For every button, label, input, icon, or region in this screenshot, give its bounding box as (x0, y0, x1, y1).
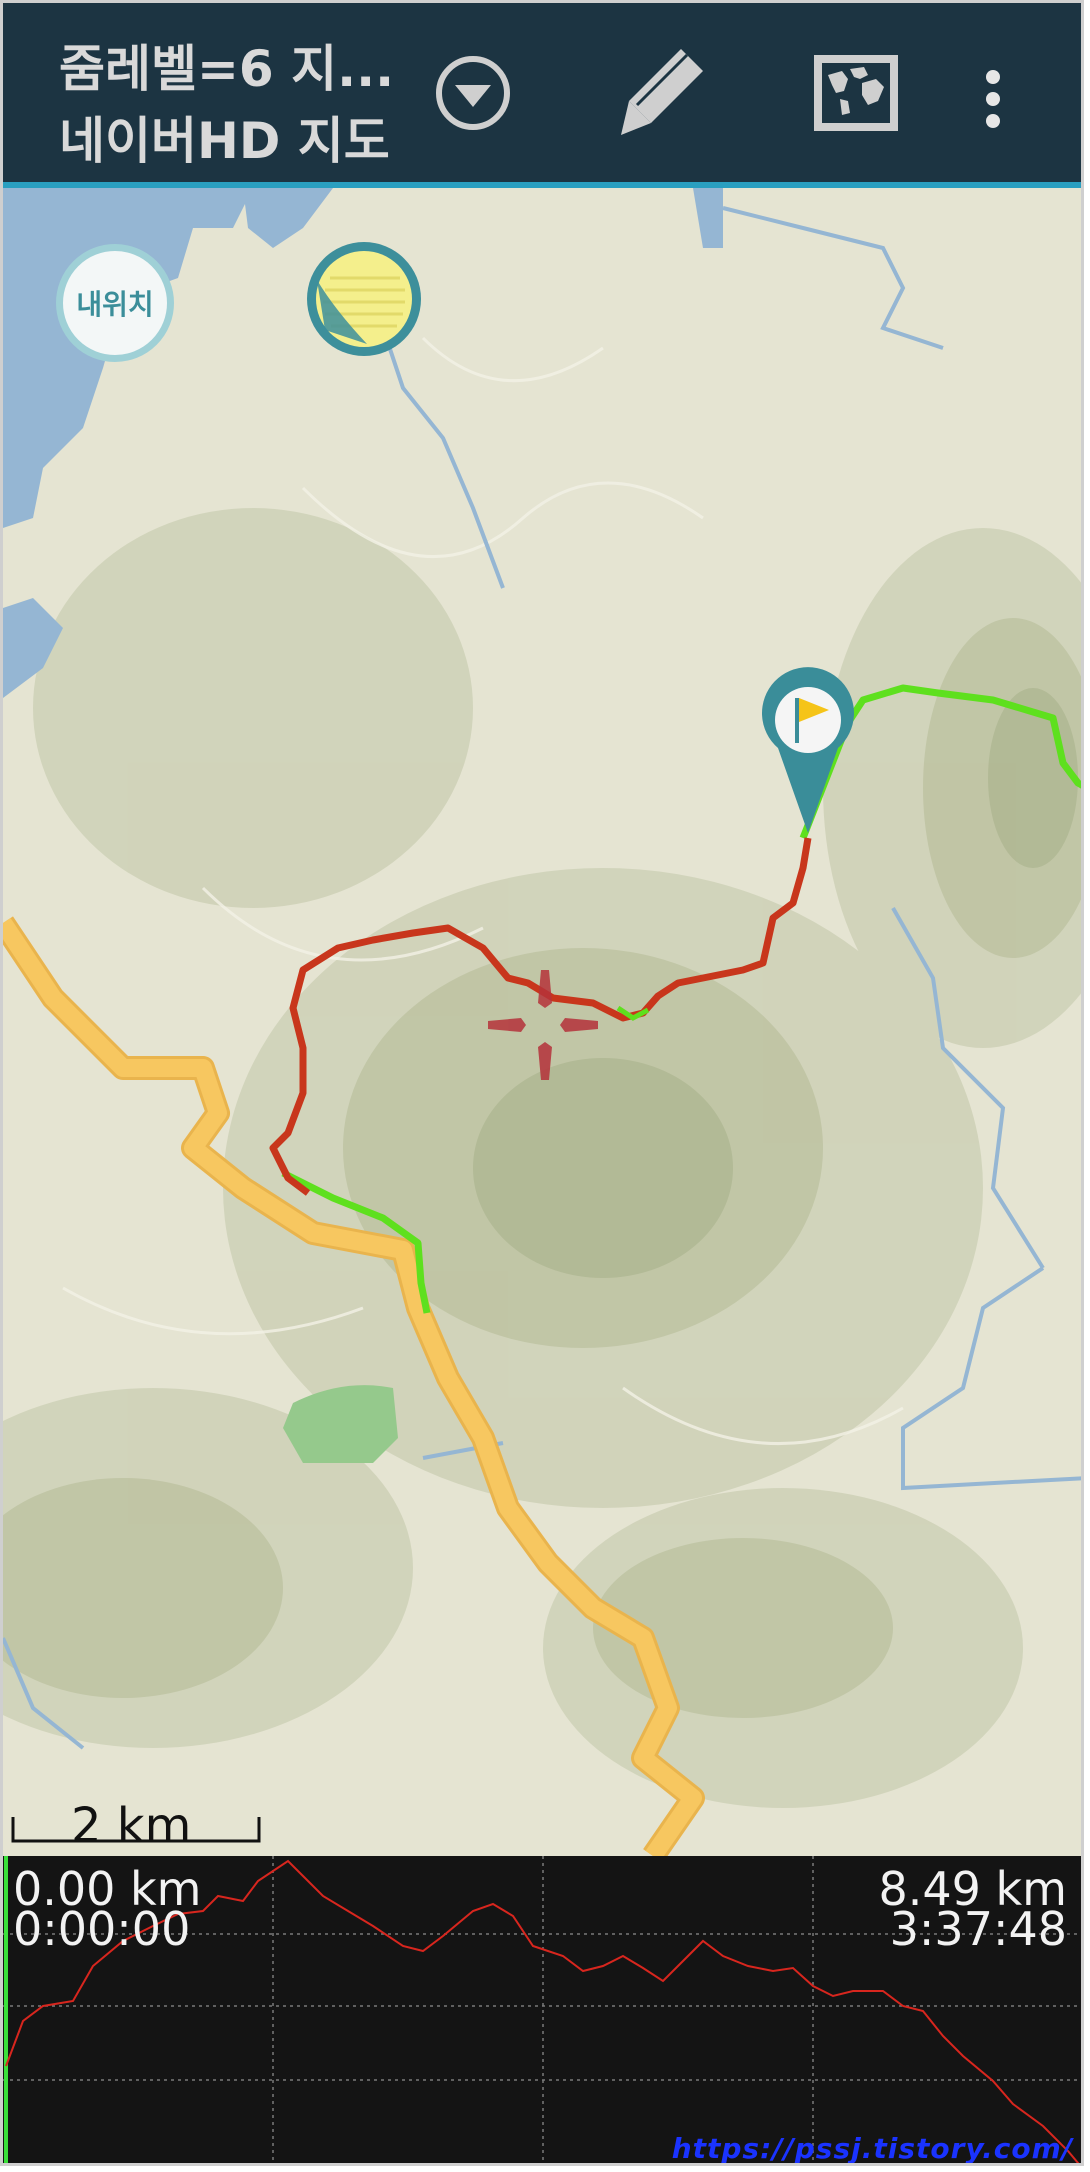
my-location-button[interactable]: 내위치 (56, 244, 174, 362)
dropdown-button[interactable] (423, 43, 523, 143)
map-select-button[interactable] (806, 43, 906, 143)
more-vert-icon (986, 70, 1000, 128)
terrain-map (3, 188, 1081, 1856)
world-map-icon (814, 55, 898, 131)
app-bar: 줌레벨=6 지... 네이버HD 지도 (3, 3, 1081, 188)
zoom-level-title[interactable]: 줌레벨=6 지... (59, 29, 394, 101)
start-time: 0:00:00 (13, 1902, 191, 1956)
app-screen: 줌레벨=6 지... 네이버HD 지도 내위치 2 km 0.00 km 0:0… (0, 0, 1084, 2166)
edit-button[interactable] (611, 43, 711, 143)
map-view[interactable]: 내위치 2 km (3, 188, 1081, 1856)
my-location-label: 내위치 (76, 288, 154, 321)
memo-button[interactable] (305, 240, 423, 358)
end-time: 3:37:48 (889, 1902, 1067, 1956)
elevation-profile[interactable]: 0.00 km 0:00:00 8.49 km 3:37:48 https://… (3, 1856, 1081, 2165)
overflow-menu-button[interactable] (963, 43, 1023, 143)
pencil-icon (621, 49, 703, 135)
dropdown-circle-icon (436, 56, 510, 130)
memo-note-icon (307, 242, 421, 356)
watermark-url: https://pssj.tistory.com/ (671, 2132, 1073, 2165)
scale-bar (11, 1817, 261, 1843)
map-source-title[interactable]: 네이버HD 지도 (59, 101, 390, 173)
